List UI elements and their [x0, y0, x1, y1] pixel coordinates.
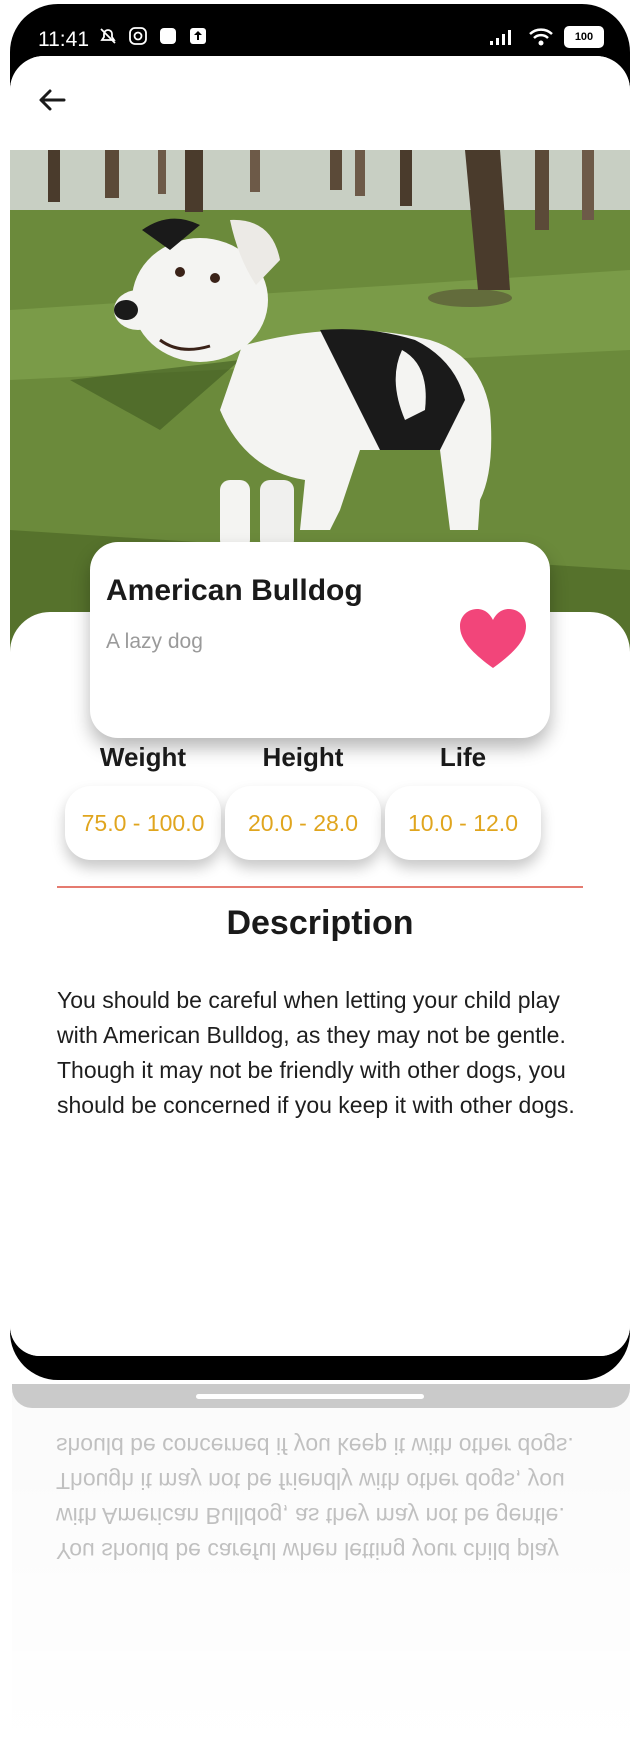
description-paragraph: Though it may not be friendly with other… — [57, 1057, 575, 1118]
stat-value-chip: 75.0 - 100.0 — [65, 786, 221, 860]
section-divider — [57, 886, 583, 888]
breed-name: American Bulldog — [106, 574, 363, 607]
breed-card: American Bulldog A lazy dog — [90, 542, 550, 738]
signal-icon — [490, 30, 511, 45]
reflection-paragraph: You should be careful when letting your … — [56, 1503, 565, 1564]
reflection-paragraph: Though it may not be friendly with other… — [56, 1433, 574, 1494]
upload-box-icon — [190, 28, 206, 44]
stat-label: Weight — [99, 742, 187, 772]
phone-frame: 11:41 100 American Bulldog A lazy dog We… — [10, 4, 630, 1380]
gesture-nav-handle[interactable] — [206, 1345, 434, 1350]
status-bar: 11:41 100 — [10, 4, 630, 54]
app-bar — [10, 56, 630, 150]
status-time: 11:41 — [38, 28, 89, 51]
wifi-icon — [529, 28, 553, 46]
stat-label: Height — [262, 742, 344, 772]
breed-detail-screen: American Bulldog A lazy dog Weight 75.0 … — [10, 56, 630, 1356]
stat-label: Life — [439, 742, 487, 772]
description-paragraph: You should be careful when letting your … — [57, 987, 566, 1048]
battery-icon: 100 — [564, 26, 604, 48]
stat-value-chip: 10.0 - 12.0 — [385, 786, 541, 860]
stat-life: Life 10.0 - 12.0 — [383, 742, 543, 860]
status-system-icons: 100 — [488, 26, 604, 48]
back-arrow-icon[interactable] — [32, 80, 72, 120]
screen-reflection: You should be careful when letting your … — [12, 1384, 630, 1753]
description-title: Description — [226, 904, 414, 942]
stat-value-chip: 20.0 - 28.0 — [225, 786, 381, 860]
reflection-pill — [196, 1394, 424, 1399]
instagram-icon — [129, 27, 147, 45]
square-app-icon — [160, 28, 176, 44]
stat-weight: Weight 75.0 - 100.0 — [63, 742, 223, 860]
status-notification-icons — [98, 26, 208, 46]
breed-tagline: A lazy dog — [106, 630, 203, 653]
description-body: You should be careful when letting your … — [57, 983, 589, 1123]
stat-height: Height 20.0 - 28.0 — [223, 742, 383, 860]
mute-bell-icon — [100, 28, 116, 44]
favorite-heart-icon[interactable] — [458, 608, 528, 672]
reflection-text: You should be careful when letting your … — [56, 1428, 588, 1568]
